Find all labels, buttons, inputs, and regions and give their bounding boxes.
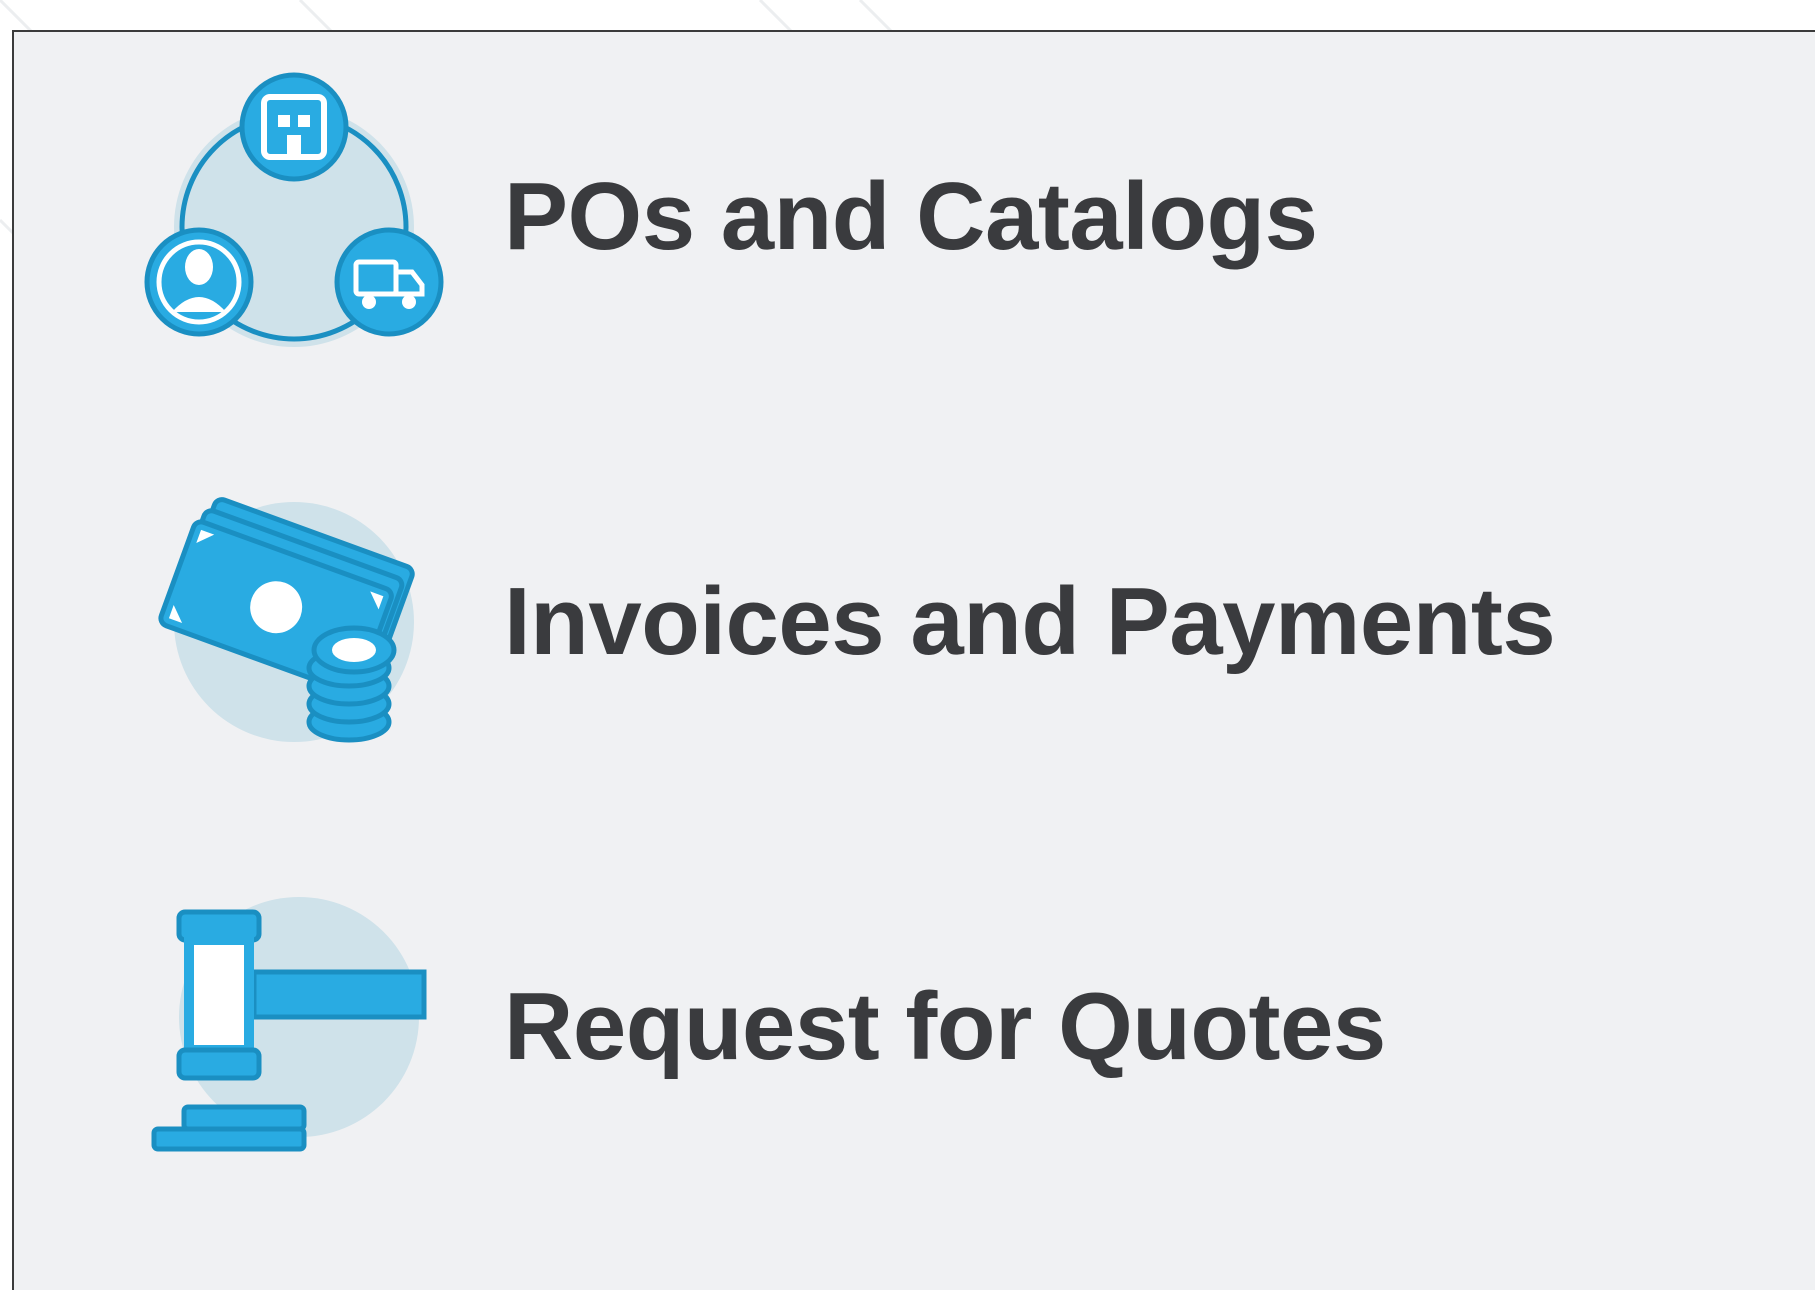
- supplier-network-icon: [144, 67, 444, 367]
- menu-panel: POs and Catalogs Invoices and Payments R…: [12, 30, 1815, 1290]
- gavel-icon: [144, 877, 444, 1177]
- menu-item-invoices-and-payments[interactable]: Invoices and Payments: [144, 472, 1644, 772]
- menu-item-label: POs and Catalogs: [504, 163, 1318, 270]
- menu-item-label: Request for Quotes: [504, 973, 1386, 1080]
- menu-item-pos-and-catalogs[interactable]: POs and Catalogs: [144, 67, 1644, 367]
- menu-item-label: Invoices and Payments: [504, 568, 1556, 675]
- money-coins-icon: [144, 472, 444, 772]
- menu-item-request-for-quotes[interactable]: Request for Quotes: [144, 877, 1644, 1177]
